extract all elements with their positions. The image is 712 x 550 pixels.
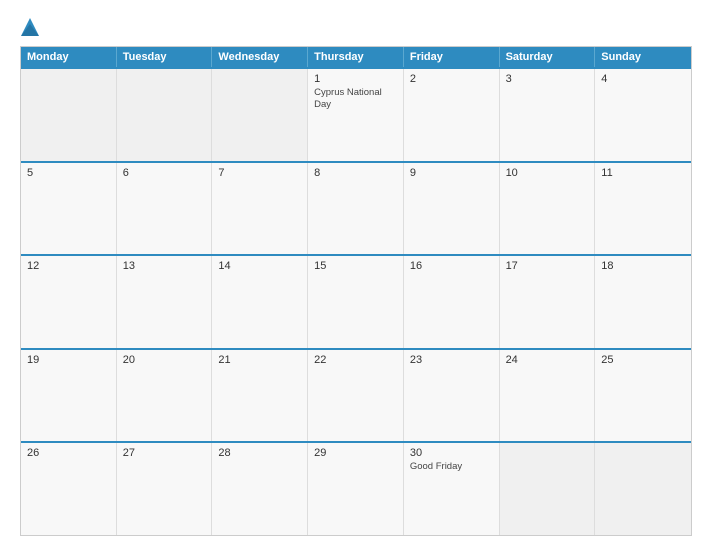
day-header-tuesday: Tuesday — [117, 47, 213, 67]
day-number: 1 — [314, 73, 397, 85]
cal-cell: 27 — [117, 443, 213, 535]
calendar-page: MondayTuesdayWednesdayThursdayFridaySatu… — [0, 0, 712, 550]
day-number: 8 — [314, 167, 397, 179]
cal-cell: 6 — [117, 163, 213, 255]
cal-cell — [117, 69, 213, 161]
cal-cell: 17 — [500, 256, 596, 348]
cal-cell: 20 — [117, 350, 213, 442]
day-number: 26 — [27, 447, 110, 459]
cal-cell: 4 — [595, 69, 691, 161]
cal-cell: 23 — [404, 350, 500, 442]
cal-cell: 28 — [212, 443, 308, 535]
day-header-friday: Friday — [404, 47, 500, 67]
day-header-saturday: Saturday — [500, 47, 596, 67]
cal-cell — [500, 443, 596, 535]
cal-cell: 26 — [21, 443, 117, 535]
cal-cell: 19 — [21, 350, 117, 442]
day-number: 24 — [506, 354, 589, 366]
cal-cell: 16 — [404, 256, 500, 348]
day-number: 12 — [27, 260, 110, 272]
cal-cell: 12 — [21, 256, 117, 348]
day-number: 4 — [601, 73, 685, 85]
cal-cell: 15 — [308, 256, 404, 348]
day-number: 2 — [410, 73, 493, 85]
cal-cell: 21 — [212, 350, 308, 442]
day-number: 23 — [410, 354, 493, 366]
day-number: 14 — [218, 260, 301, 272]
day-header-wednesday: Wednesday — [212, 47, 308, 67]
day-number: 30 — [410, 447, 493, 459]
day-number: 10 — [506, 167, 589, 179]
calendar-grid: MondayTuesdayWednesdayThursdayFridaySatu… — [20, 46, 692, 536]
day-number: 22 — [314, 354, 397, 366]
week-row-5: 26 27 28 29 30 Good Friday — [21, 441, 691, 535]
cal-cell — [212, 69, 308, 161]
week-row-1: 1 Cyprus National Day 2 34 — [21, 67, 691, 161]
cal-cell: 8 — [308, 163, 404, 255]
day-number: 18 — [601, 260, 685, 272]
day-number: 25 — [601, 354, 685, 366]
cal-cell: 1 Cyprus National Day — [308, 69, 404, 161]
day-number: 29 — [314, 447, 397, 459]
day-number: 17 — [506, 260, 589, 272]
cal-cell: 3 — [500, 69, 596, 161]
cal-cell: 13 — [117, 256, 213, 348]
day-number: 19 — [27, 354, 110, 366]
day-number: 20 — [123, 354, 206, 366]
cal-cell: 14 — [212, 256, 308, 348]
logo-icon — [21, 18, 39, 36]
cal-cell: 9 — [404, 163, 500, 255]
cal-cell: 22 — [308, 350, 404, 442]
day-number: 21 — [218, 354, 301, 366]
day-number: 6 — [123, 167, 206, 179]
cal-cell: 30 Good Friday — [404, 443, 500, 535]
week-row-2: 5 67 8 9 10 11 — [21, 161, 691, 255]
day-number: 27 — [123, 447, 206, 459]
day-number: 13 — [123, 260, 206, 272]
cal-cell — [595, 443, 691, 535]
cal-cell: 7 — [212, 163, 308, 255]
day-header-sunday: Sunday — [595, 47, 691, 67]
cal-cell: 10 — [500, 163, 596, 255]
cal-cell: 25 — [595, 350, 691, 442]
day-header-monday: Monday — [21, 47, 117, 67]
cal-cell: 5 — [21, 163, 117, 255]
logo — [20, 18, 40, 36]
day-number: 15 — [314, 260, 397, 272]
cal-cell — [21, 69, 117, 161]
week-row-3: 12 13 14 15 16 17 18 — [21, 254, 691, 348]
week-row-4: 19 20 21 22 23 24 25 — [21, 348, 691, 442]
cal-cell: 29 — [308, 443, 404, 535]
day-header-thursday: Thursday — [308, 47, 404, 67]
cal-cell: 24 — [500, 350, 596, 442]
calendar-body: 1Cyprus National Day23456789101112131415… — [21, 67, 691, 535]
day-number: 11 — [601, 167, 685, 179]
day-number: 16 — [410, 260, 493, 272]
day-number: 9 — [410, 167, 493, 179]
cal-cell: 11 — [595, 163, 691, 255]
cal-cell: 18 — [595, 256, 691, 348]
cal-cell: 2 — [404, 69, 500, 161]
day-number: 28 — [218, 447, 301, 459]
day-number: 5 — [27, 167, 110, 179]
day-number: 7 — [218, 167, 301, 179]
page-header — [20, 18, 692, 36]
day-event: Cyprus National Day — [314, 87, 397, 112]
calendar-header: MondayTuesdayWednesdayThursdayFridaySatu… — [21, 47, 691, 67]
day-number: 3 — [506, 73, 589, 85]
day-event: Good Friday — [410, 461, 493, 473]
